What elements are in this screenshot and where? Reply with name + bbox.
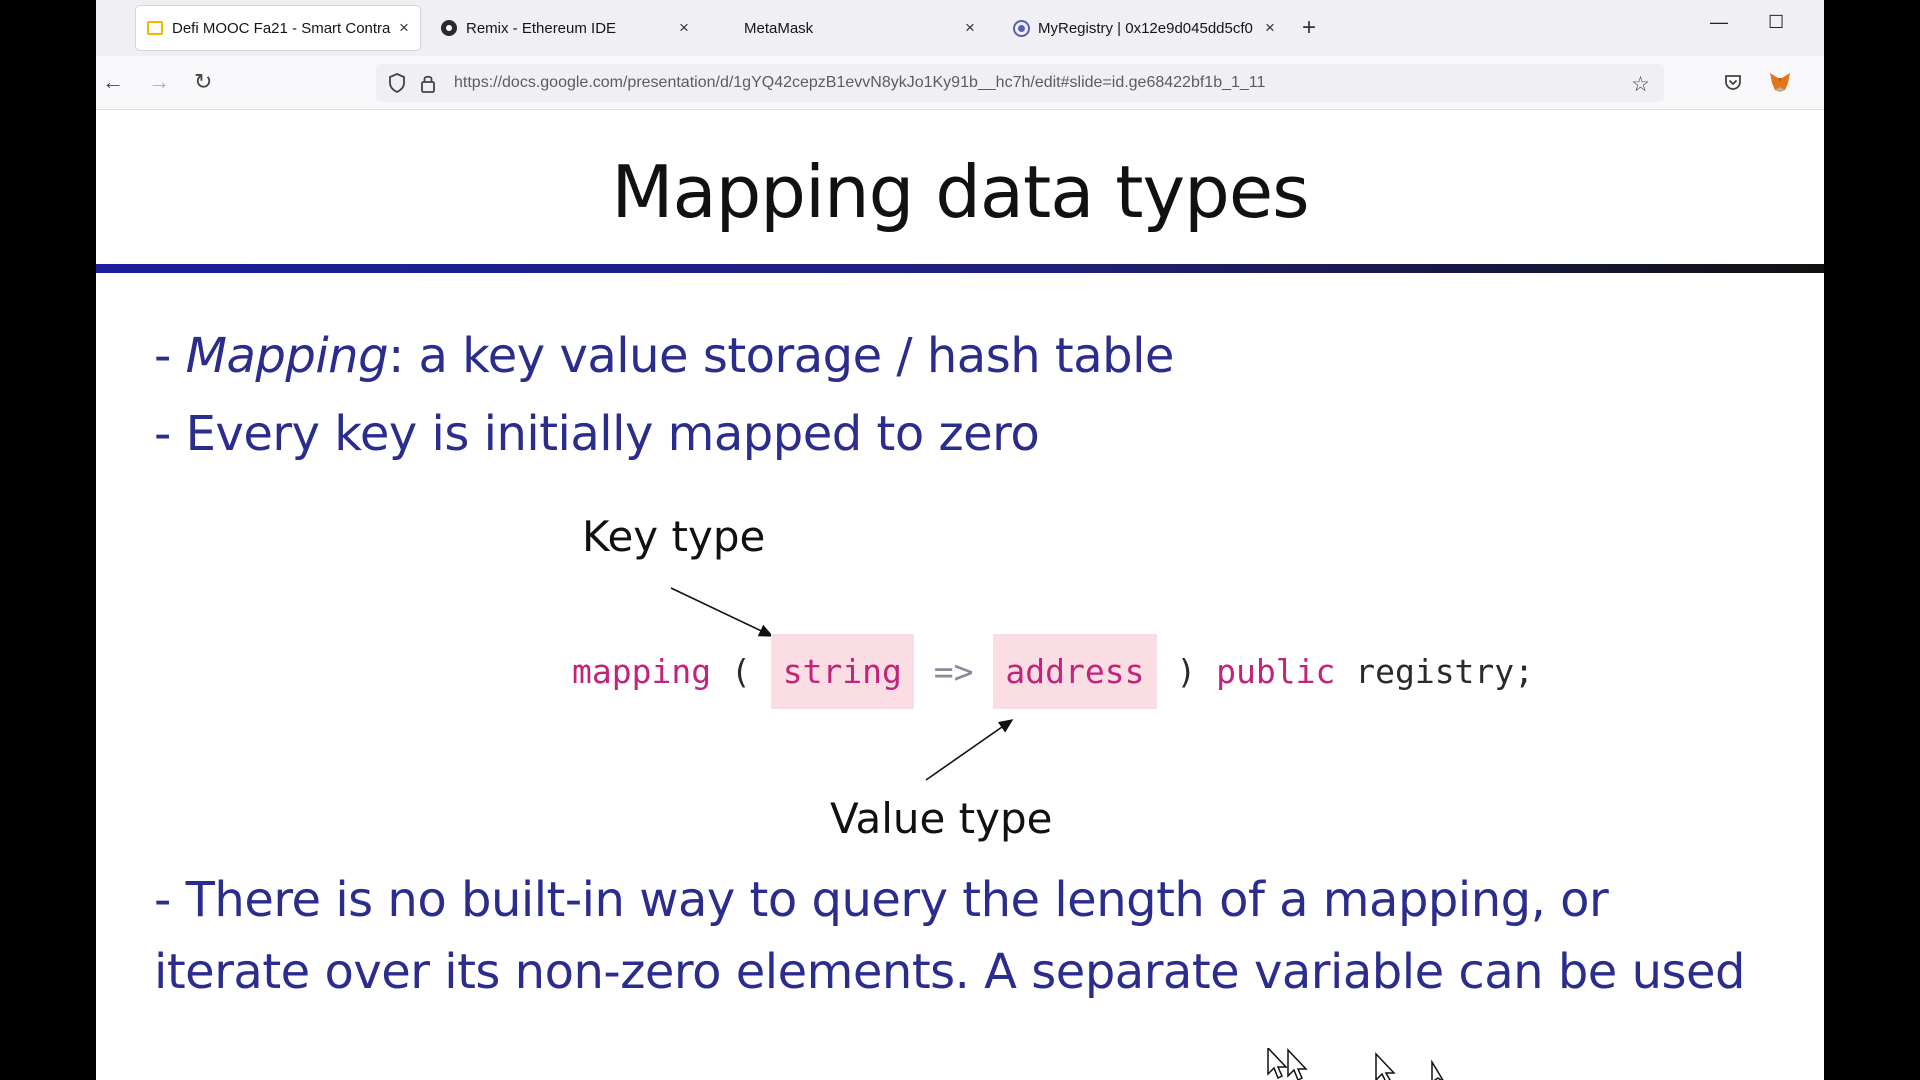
slide-canvas: Mapping data types - Mapping: a key valu… (96, 110, 1824, 1080)
reload-button[interactable]: ↻ (194, 68, 212, 96)
close-icon[interactable]: × (1260, 18, 1280, 38)
code-keyword-mapping: mapping (572, 652, 712, 691)
mouse-cursor-trail-icon (1267, 1048, 1444, 1080)
tab-metamask[interactable]: MetaMask × (708, 6, 986, 50)
bullet-no-length-line1: - There is no built-in way to query the … (154, 872, 1609, 928)
tab-label: MetaMask (744, 19, 814, 37)
metamask-tab-icon (718, 19, 736, 37)
new-tab-button[interactable]: + (1302, 14, 1316, 42)
tab-myregistry[interactable]: MyRegistry | 0x12e9d045dd5cf0 × (1002, 6, 1286, 50)
value-type-label: Value type (830, 794, 1053, 843)
slides-icon (146, 19, 164, 37)
url-text: https://docs.google.com/presentation/d/1… (454, 74, 1266, 91)
code-snippet: mapping ( string => address ) public reg… (572, 634, 1535, 709)
key-type-arrow (670, 587, 774, 637)
code-open-paren: ( (730, 652, 751, 691)
tab-defi-mooc[interactable]: Defi MOOC Fa21 - Smart Contra × (136, 6, 420, 50)
back-button[interactable]: ← (102, 68, 124, 96)
shield-icon[interactable] (388, 73, 406, 93)
tab-remix[interactable]: Remix - Ethereum IDE × (430, 6, 700, 50)
forward-button[interactable]: → (148, 68, 170, 96)
maximize-button[interactable]: ☐ (1768, 12, 1784, 33)
registry-icon (1012, 19, 1030, 37)
tab-label: Remix - Ethereum IDE (466, 19, 617, 37)
bullet-no-length-line2: iterate over its non-zero elements. A se… (154, 944, 1746, 1000)
code-key-type: string (770, 634, 914, 709)
pocket-icon[interactable] (1723, 72, 1743, 92)
code-arrow-operator: => (933, 652, 974, 691)
navigation-bar: ← → ↻ https://docs.google.com/presentati… (96, 56, 1824, 110)
code-close-paren: ) (1176, 652, 1197, 691)
code-keyword-public: public (1216, 652, 1336, 691)
close-icon[interactable]: × (674, 18, 694, 38)
tab-strip: Defi MOOC Fa21 - Smart Contra × Remix - … (96, 0, 1824, 56)
metamask-fox-icon[interactable] (1768, 70, 1792, 94)
address-bar[interactable]: https://docs.google.com/presentation/d/1… (376, 64, 1664, 102)
close-icon[interactable]: × (960, 18, 980, 38)
code-variable-name: registry; (1355, 652, 1535, 691)
minimize-button[interactable]: — (1710, 12, 1728, 33)
browser-window: Defi MOOC Fa21 - Smart Contra × Remix - … (96, 0, 1824, 1080)
lock-icon[interactable] (420, 73, 436, 93)
remix-icon (440, 19, 458, 37)
close-icon[interactable]: × (394, 18, 414, 38)
tab-label: Defi MOOC Fa21 - Smart Contra (172, 19, 391, 37)
tab-label: MyRegistry | 0x12e9d045dd5cf0 (1038, 19, 1253, 37)
code-value-type: address (993, 634, 1157, 709)
bookmark-star-icon[interactable]: ☆ (1631, 72, 1650, 97)
annotation-arrows (670, 587, 1014, 781)
value-type-arrow (925, 719, 1014, 781)
